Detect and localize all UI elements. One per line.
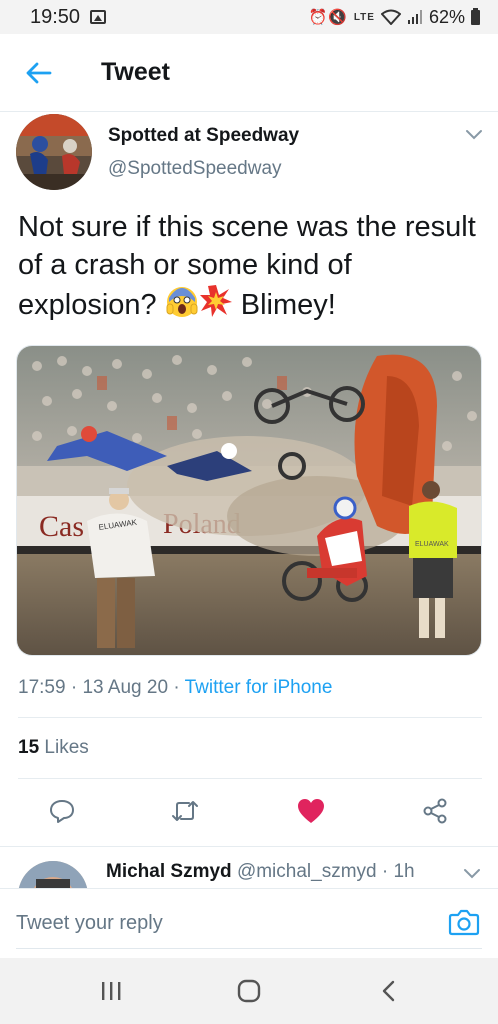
reply-composer — [0, 888, 498, 956]
reply-time: · 1h — [381, 861, 415, 882]
app-header: Tweet — [0, 34, 498, 112]
status-right: ⏰🔇 LTE 62% — [308, 7, 480, 28]
back-arrow-icon — [26, 62, 52, 84]
reply-options-button[interactable] — [462, 867, 482, 881]
likes-label: Likes — [44, 737, 89, 758]
page-title: Tweet — [101, 58, 170, 86]
reply-input[interactable] — [16, 899, 482, 949]
system-back-button[interactable] — [374, 978, 404, 1004]
reply-avatar[interactable] — [18, 861, 88, 888]
banner-text-casino: Cas — [39, 510, 84, 543]
chevron-down-icon — [464, 869, 480, 879]
tweet-text-part2: Blimey! — [232, 289, 336, 321]
tweet-photo[interactable]: Cas Poland ELUAWAK ELUAWAK — [16, 345, 482, 656]
alarm-mute-icon: ⏰🔇 — [308, 9, 348, 26]
tweet-options-button[interactable] — [464, 128, 484, 142]
like-button[interactable] — [294, 794, 328, 828]
back-icon — [382, 980, 395, 1002]
author-handle[interactable]: @SpottedSpeedway — [108, 158, 282, 180]
wifi-icon — [380, 9, 401, 25]
status-bar: 19:50 ⏰🔇 LTE 62% — [0, 0, 498, 34]
reply-author: Michal Szmyd @michal_szmyd · 1h — [106, 861, 415, 883]
speedway-crash-photo: Cas Poland ELUAWAK ELUAWAK — [17, 346, 481, 655]
recents-icon — [102, 982, 121, 1000]
collision-emoji — [199, 285, 232, 317]
home-icon — [237, 979, 261, 1003]
home-button[interactable] — [234, 978, 264, 1004]
heart-icon — [298, 799, 324, 823]
tweet-date: 13 Aug 20 — [82, 677, 169, 698]
camera-icon — [448, 909, 480, 936]
tweet-source-link[interactable]: Twitter for iPhone — [185, 677, 333, 698]
meta-separator-2: · — [173, 677, 180, 698]
reply-button[interactable] — [45, 794, 79, 828]
tweet-time: 17:59 — [18, 677, 66, 698]
reply-display-name[interactable]: Michal Szmyd — [106, 861, 232, 882]
system-nav-bar — [0, 958, 498, 1024]
reply-preview[interactable]: Michal Szmyd @michal_szmyd · 1h — [0, 846, 498, 888]
camera-button[interactable] — [448, 907, 480, 937]
battery-icon — [471, 7, 480, 25]
reply-handle[interactable]: @michal_szmyd — [237, 861, 377, 882]
vest-text: ELUAWAK — [415, 541, 449, 548]
meta-separator-1: · — [70, 677, 78, 698]
status-time: 19:50 — [30, 5, 81, 28]
divider — [18, 717, 482, 718]
avatar-image — [16, 114, 92, 190]
retweet-button[interactable] — [168, 794, 202, 828]
share-button[interactable] — [418, 794, 452, 828]
divider — [18, 778, 482, 779]
likes-number: 15 — [18, 737, 40, 758]
battery-percent: 62% — [428, 6, 465, 27]
retweet-icon — [172, 801, 198, 821]
recents-button[interactable] — [96, 978, 126, 1004]
screaming-face-emoji — [166, 287, 198, 317]
back-button[interactable] — [22, 58, 54, 88]
author-display-name[interactable]: Spotted at Speedway — [108, 125, 299, 147]
tweet-text: Not sure if this scene was the result of… — [18, 208, 488, 324]
author-avatar[interactable] — [16, 114, 92, 190]
reply-icon — [50, 800, 74, 823]
likes-count[interactable]: 15 Likes — [18, 737, 89, 759]
gallery-notification-icon — [90, 10, 107, 24]
reply-avatar-image — [18, 861, 88, 888]
lte-icon: LTE — [353, 11, 375, 23]
signal-icon — [407, 10, 422, 24]
share-icon — [423, 798, 447, 824]
tweet-timestamp: 17:59 · 13 Aug 20 · Twitter for iPhone — [18, 677, 332, 699]
chevron-down-icon — [466, 130, 482, 140]
